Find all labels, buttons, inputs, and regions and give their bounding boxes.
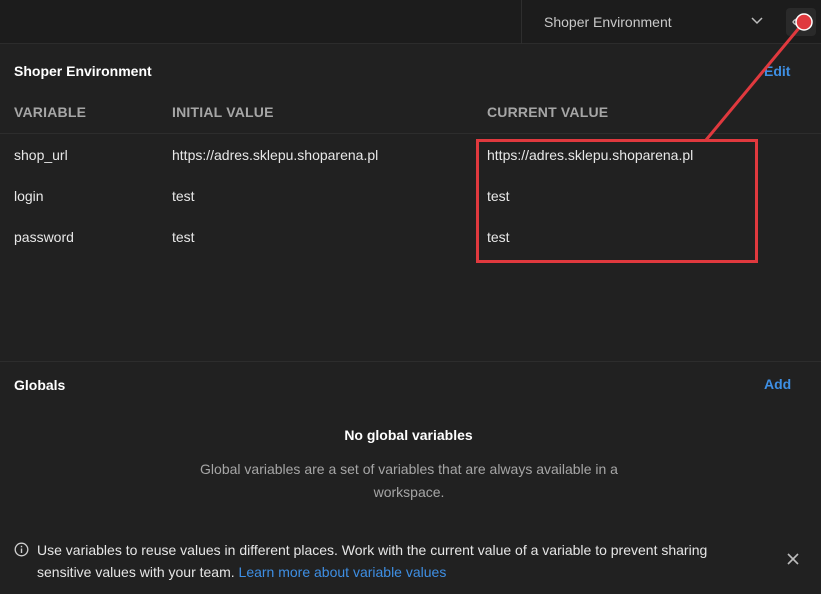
variable-name[interactable]: password [14,229,74,245]
current-value[interactable]: test [487,229,510,245]
environment-quick-look-button[interactable] [786,8,816,36]
globals-title: Globals [14,377,66,393]
empty-state-description: Global variables are a set of variables … [200,461,618,500]
add-global-button[interactable]: Add [764,376,791,392]
header-divider [0,133,821,134]
learn-more-link[interactable]: Learn more about variable values [239,564,447,580]
column-header-initial-value: INITIAL VALUE [172,104,274,120]
eye-icon [792,17,810,27]
initial-value[interactable]: test [172,229,195,245]
info-banner: Use variables to reuse values in differe… [0,530,821,594]
close-icon[interactable] [786,552,800,566]
initial-value[interactable]: https://adres.sklepu.shoparena.pl [172,147,378,163]
current-value[interactable]: https://adres.sklepu.shoparena.pl [487,147,693,163]
current-value[interactable]: test [487,188,510,204]
chevron-down-icon [751,17,763,25]
environment-selector-label: Shoper Environment [544,14,672,30]
column-header-current-value: CURRENT VALUE [487,104,609,120]
environment-panel [0,45,821,361]
variable-name[interactable]: login [14,188,44,204]
info-text: Use variables to reuse values in differe… [37,539,757,583]
section-divider [0,361,821,362]
environment-selector[interactable]: Shoper Environment [521,0,776,44]
empty-state-title: No global variables [344,427,473,443]
info-icon [14,542,29,557]
top-bar: Shoper Environment [0,0,821,44]
initial-value[interactable]: test [172,188,195,204]
edit-button[interactable]: Edit [764,63,790,79]
column-header-variable: VARIABLE [14,104,87,120]
variable-name[interactable]: shop_url [14,147,68,163]
environment-title: Shoper Environment [14,63,152,79]
